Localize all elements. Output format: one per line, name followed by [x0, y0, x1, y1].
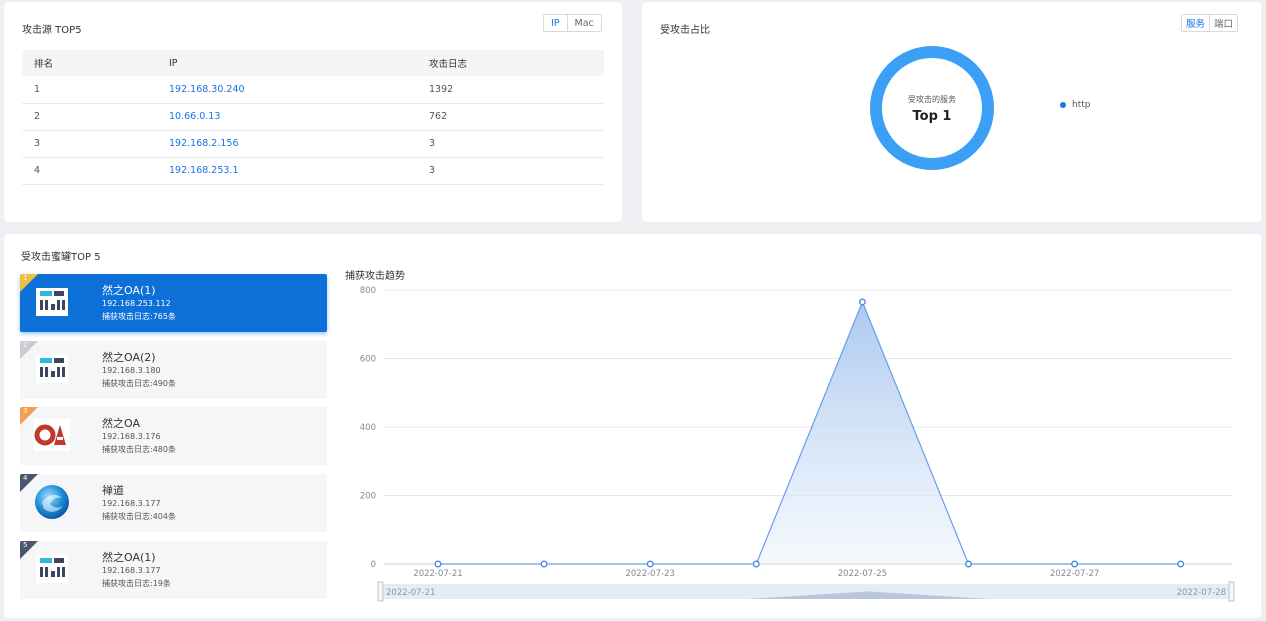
honeypot-name: 然之OA(1): [102, 551, 156, 564]
zoom-start-label: 2022-07-21: [386, 588, 435, 598]
attack-source-panel: 攻击源 TOP5 IP Mac 排名 IP 攻击日志 1 192.168.30.…: [4, 2, 622, 222]
row-ip-link[interactable]: 192.168.2.156: [169, 130, 429, 158]
row-ip-link[interactable]: 192.168.30.240: [169, 76, 429, 104]
honeypot-log: 捕获攻击日志:765条: [102, 312, 176, 321]
ip-mac-toggle: IP Mac: [543, 14, 602, 32]
honeypot-log: 捕获攻击日志:404条: [102, 512, 176, 521]
row-ip-link[interactable]: 192.168.253.1: [169, 157, 429, 185]
col-count: 攻击日志: [429, 50, 604, 76]
service-port-toggle: 服务 端口: [1181, 14, 1239, 32]
row-rank: 1: [22, 76, 169, 104]
zentao-logo-icon: [35, 485, 69, 519]
data-point[interactable]: [858, 298, 866, 306]
col-rank: 排名: [22, 50, 169, 76]
data-point[interactable]: [1177, 560, 1185, 568]
y-tick-label: 800: [360, 286, 376, 296]
honeypot-ip: 192.168.3.177: [102, 566, 161, 575]
y-tick-label: 400: [360, 423, 376, 433]
row-rank: 2: [22, 103, 169, 131]
rank-number: 2: [23, 341, 28, 349]
x-tick-label: 2022-07-25: [838, 569, 887, 579]
honeypot-name: 然之OA(1): [102, 284, 156, 297]
toggle-ip[interactable]: IP: [543, 15, 568, 31]
row-count: 3: [429, 130, 604, 158]
row-ip-link[interactable]: 10.66.0.13: [169, 103, 429, 131]
donut-center-label: 受攻击的服务: [908, 95, 956, 104]
y-tick-label: 600: [360, 355, 376, 365]
table-row: 4 192.168.253.1 3: [22, 157, 604, 185]
col-ip: IP: [169, 50, 429, 76]
honeypot-log: 捕获攻击日志:490条: [102, 379, 176, 388]
rank-number: 4: [23, 474, 28, 482]
honeypot-ip: 192.168.3.176: [102, 432, 161, 441]
honeypot-name: 然之OA: [102, 417, 140, 430]
honeypot-title: 受攻击蜜罐TOP 5: [21, 252, 101, 263]
attack-ratio-title: 受攻击占比: [660, 25, 710, 36]
honeypot-card[interactable]: 4 禅道 192.168.3.177 捕获攻击日志:404条: [20, 474, 327, 532]
honeypot-card[interactable]: 2 然之OA(2) 192.168.3.180 捕获攻击日志:490条: [20, 341, 327, 399]
honeypot-ip: 192.168.3.180: [102, 366, 161, 375]
zoom-handle-left[interactable]: [377, 581, 384, 602]
donut-center: 受攻击的服务 Top 1: [868, 94, 996, 124]
honeypot-card[interactable]: 5 然之OA(1) 192.168.3.177 捕获攻击日志:19条: [20, 541, 327, 599]
honeypot-card[interactable]: 1 然之OA(1) 192.168.253.112 捕获攻击日志:765条: [20, 274, 327, 332]
honeypot-log: 捕获攻击日志:480条: [102, 445, 176, 454]
rank-number: 1: [23, 274, 28, 282]
row-count: 762: [429, 103, 604, 131]
donut-center-value: Top 1: [912, 109, 952, 124]
data-point[interactable]: [965, 560, 972, 568]
data-point[interactable]: [646, 560, 654, 568]
row-count: 1392: [429, 76, 604, 104]
row-count: 3: [429, 157, 604, 185]
x-tick-label: 2022-07-23: [625, 569, 674, 579]
oa-logo-icon: [34, 419, 70, 451]
honeypot-log: 捕获攻击日志:19条: [102, 579, 171, 588]
zoom-handle-right[interactable]: [1228, 581, 1235, 602]
row-rank: 4: [22, 157, 169, 185]
honeypot-card[interactable]: 3 然之OA 192.168.3.176 捕获攻击日志:480条: [20, 407, 327, 465]
x-tick-label: 2022-07-21: [413, 569, 462, 579]
honeypot-name: 然之OA(2): [102, 351, 156, 364]
honeypot-ip: 192.168.253.112: [102, 299, 171, 308]
zoom-end-label: 2022-07-28: [1177, 588, 1226, 598]
server-icon: [36, 288, 68, 316]
table-row: 2 10.66.0.13 762: [22, 103, 604, 131]
y-tick-label: 0: [371, 560, 376, 570]
data-point[interactable]: [752, 560, 760, 568]
honeypot-panel: 受攻击蜜罐TOP 5 1 然之OA(1) 192.168.253.112 捕获攻…: [4, 234, 1261, 618]
table-row: 1 192.168.30.240 1392: [22, 76, 604, 104]
legend-dot: [1060, 102, 1066, 108]
server-icon: [36, 355, 68, 383]
rank-number: 5: [23, 541, 28, 549]
data-point[interactable]: [540, 560, 548, 568]
attack-ratio-panel: 受攻击占比 服务 端口 受攻击的服务 Top 1 http: [642, 2, 1261, 222]
rank-number: 3: [23, 407, 28, 415]
legend-label: http: [1072, 100, 1091, 110]
toggle-service[interactable]: 服务: [1182, 15, 1211, 31]
table-row: 3 192.168.2.156 3: [22, 130, 604, 158]
honeypot-name: 禅道: [102, 484, 124, 497]
row-rank: 3: [22, 130, 169, 158]
data-point[interactable]: [1071, 560, 1079, 568]
x-tick-label: 2022-07-27: [1050, 569, 1099, 579]
attack-source-table: 排名 IP 攻击日志 1 192.168.30.240 1392 2 10.66…: [22, 50, 604, 185]
toggle-port[interactable]: 端口: [1209, 15, 1238, 31]
toggle-mac[interactable]: Mac: [566, 15, 601, 31]
attack-source-title: 攻击源 TOP5: [22, 25, 82, 36]
trend-chart[interactable]: 0 200 400 600 800 2022-07-21 2022-07-23 2022-0…: [340, 280, 1240, 606]
y-tick-label: 200: [360, 492, 376, 502]
data-point[interactable]: [434, 560, 442, 568]
honeypot-ip: 192.168.3.177: [102, 499, 161, 508]
legend-item-http[interactable]: http: [1060, 100, 1090, 110]
server-icon: [36, 555, 68, 583]
